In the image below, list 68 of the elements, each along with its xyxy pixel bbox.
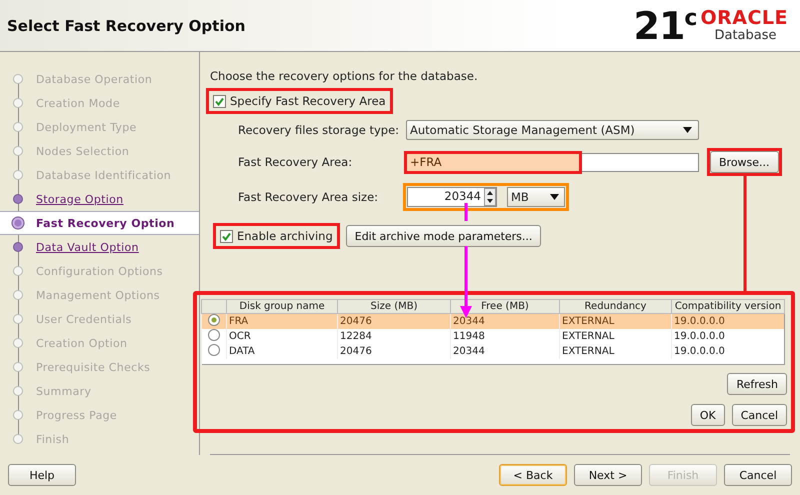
- step-item: Summary: [36, 384, 92, 398]
- table-cell: FRA: [226, 314, 338, 329]
- refresh-button[interactable]: Refresh: [727, 373, 787, 395]
- step-item: Creation Mode: [36, 96, 120, 110]
- step-item: Deployment Type: [36, 120, 137, 134]
- column-header: Size (MB): [338, 300, 450, 314]
- radio-button[interactable]: [208, 329, 220, 341]
- step-item[interactable]: Storage Option: [36, 192, 124, 206]
- checkbox-label: Specify Fast Recovery Area: [230, 94, 386, 108]
- step-item: Prerequisite Checks: [36, 360, 150, 374]
- table-cell: 12284: [338, 329, 450, 344]
- table-cell: 11948: [450, 329, 560, 344]
- browse-button[interactable]: Browse...: [710, 151, 779, 173]
- specify-fra-checkbox[interactable]: Specify Fast Recovery Area: [206, 88, 393, 114]
- step-item: Progress Page: [36, 408, 117, 422]
- unit-dropdown[interactable]: MB: [507, 187, 565, 207]
- table-cell: OCR: [226, 329, 338, 344]
- column-header: Compatibility version: [672, 300, 784, 314]
- table-cell: DATA: [226, 344, 338, 359]
- field-label: Recovery files storage type:: [237, 123, 400, 137]
- step-item: Nodes Selection: [36, 144, 130, 158]
- step-item: User Credentials: [36, 312, 132, 326]
- table-cell: EXTERNAL: [560, 329, 672, 344]
- checkbox[interactable]: [213, 94, 226, 108]
- step-item: Database Operation: [36, 72, 152, 86]
- window-title: Select Fast Recovery Option: [7, 16, 246, 34]
- table-cell: 19.0.0.0.0: [672, 344, 784, 359]
- step-item: Finish: [36, 432, 70, 446]
- column-header: Disk group name: [226, 300, 338, 314]
- table-cell: 19.0.0.0.0: [672, 329, 784, 344]
- column-header: Free (MB): [450, 300, 560, 314]
- radio-button[interactable]: [208, 314, 220, 326]
- spinner-arrows-icon: [484, 188, 496, 206]
- table-cell: 20344: [450, 314, 560, 329]
- field-label: Fast Recovery Area:: [237, 155, 354, 169]
- table-cell: 20476: [338, 344, 450, 359]
- step-item: Creation Option: [36, 336, 128, 350]
- version-logo: 21$^{c}$: [634, 6, 696, 44]
- product-name: Database: [713, 28, 778, 42]
- table-cell: 20476: [338, 314, 450, 329]
- brand-logo: ORACLE: [700, 8, 788, 29]
- fra-input-field[interactable]: +FRA: [406, 152, 699, 172]
- radio-button[interactable]: [208, 344, 220, 356]
- help-button[interactable]: Help: [8, 464, 76, 486]
- step-item: Configuration Options: [36, 264, 163, 278]
- cancel-button[interactable]: Cancel: [732, 404, 787, 426]
- column-header: Redundancy: [560, 300, 672, 314]
- dropdown-arrow-icon: [683, 127, 692, 133]
- ok-button[interactable]: OK: [690, 404, 725, 426]
- wizard-button[interactable]: < Back: [499, 464, 567, 486]
- size-spinner[interactable]: 20344: [407, 187, 497, 207]
- wizard-button[interactable]: Next >: [574, 464, 642, 486]
- step-item: Database Identification: [36, 168, 172, 182]
- table-cell: EXTERNAL: [560, 344, 672, 359]
- table-cell: EXTERNAL: [560, 314, 672, 329]
- archive-parameters-button[interactable]: Edit archive mode parameters...: [346, 225, 542, 247]
- checkbox[interactable]: [220, 230, 233, 242]
- storage-type-dropdown[interactable]: Automatic Storage Management (ASM): [406, 120, 699, 140]
- instruction-text: Choose the recovery options for the database.: [210, 68, 478, 82]
- checkbox-label: Enable archiving: [237, 229, 333, 243]
- step-item: Management Options: [36, 288, 160, 302]
- dropdown-arrow-icon: [550, 194, 559, 200]
- field-label: Fast Recovery Area size:: [237, 190, 380, 204]
- step-item[interactable]: Data Vault Option: [36, 240, 139, 254]
- table-cell: 19.0.0.0.0: [672, 314, 784, 329]
- wizard-button[interactable]: Cancel: [724, 464, 792, 486]
- table-cell: 20344: [450, 344, 560, 359]
- enable-archiving-checkbox[interactable]: Enable archiving: [213, 223, 340, 249]
